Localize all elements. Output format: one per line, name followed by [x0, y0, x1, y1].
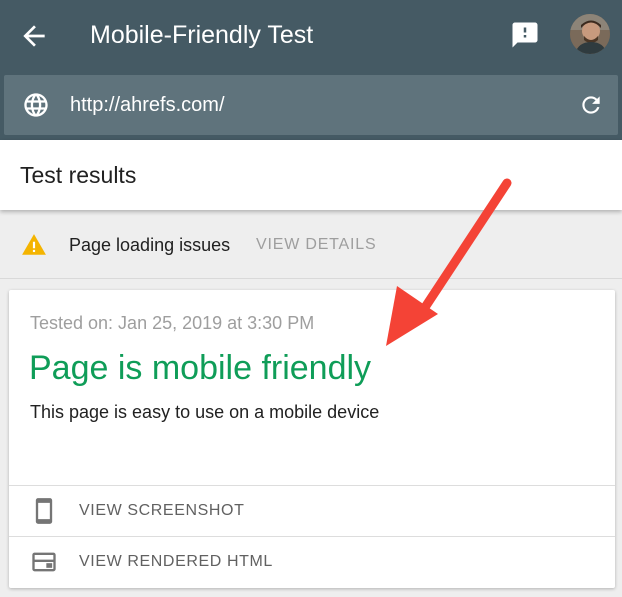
refresh-icon[interactable] — [578, 92, 604, 118]
view-screenshot-label: VIEW SCREENSHOT — [79, 502, 245, 519]
feedback-icon — [512, 22, 538, 48]
result-card: Tested on: Jan 25, 2019 at 3:30 PM Page … — [9, 290, 615, 588]
verdict-description: This page is easy to use on a mobile dev… — [30, 402, 380, 422]
avatar[interactable] — [570, 14, 610, 54]
user-avatar — [570, 14, 610, 54]
issues-label: Page loading issues — [69, 235, 231, 255]
results-header: Test results — [0, 140, 622, 210]
page-loading-issues-row: Page loading issues VIEW DETAILS — [0, 212, 622, 279]
back-button[interactable] — [18, 20, 50, 52]
view-screenshot-button[interactable]: VIEW SCREENSHOT — [9, 485, 615, 536]
view-rendered-html-label: VIEW RENDERED HTML — [79, 553, 273, 570]
url-bar: http://ahrefs.com/ — [4, 75, 618, 135]
warning-icon — [22, 234, 46, 255]
arrow-back-icon — [23, 25, 45, 47]
tested-on-timestamp: Tested on: Jan 25, 2019 at 3:30 PM — [30, 313, 315, 333]
globe-icon — [24, 93, 48, 117]
view-details-button[interactable]: VIEW DETAILS — [256, 235, 376, 255]
app-bar: Mobile-Friendly Test http://ahrefs.com/ — [0, 0, 622, 140]
web-window-icon — [32, 552, 56, 572]
smartphone-icon — [35, 498, 53, 524]
page-title: Test results — [20, 162, 137, 188]
verdict-heading: Page is mobile friendly — [29, 349, 372, 387]
view-rendered-html-button[interactable]: VIEW RENDERED HTML — [9, 536, 615, 587]
url-input[interactable]: http://ahrefs.com/ — [70, 92, 225, 118]
app-title: Mobile-Friendly Test — [90, 21, 314, 49]
feedback-button[interactable] — [509, 20, 541, 50]
